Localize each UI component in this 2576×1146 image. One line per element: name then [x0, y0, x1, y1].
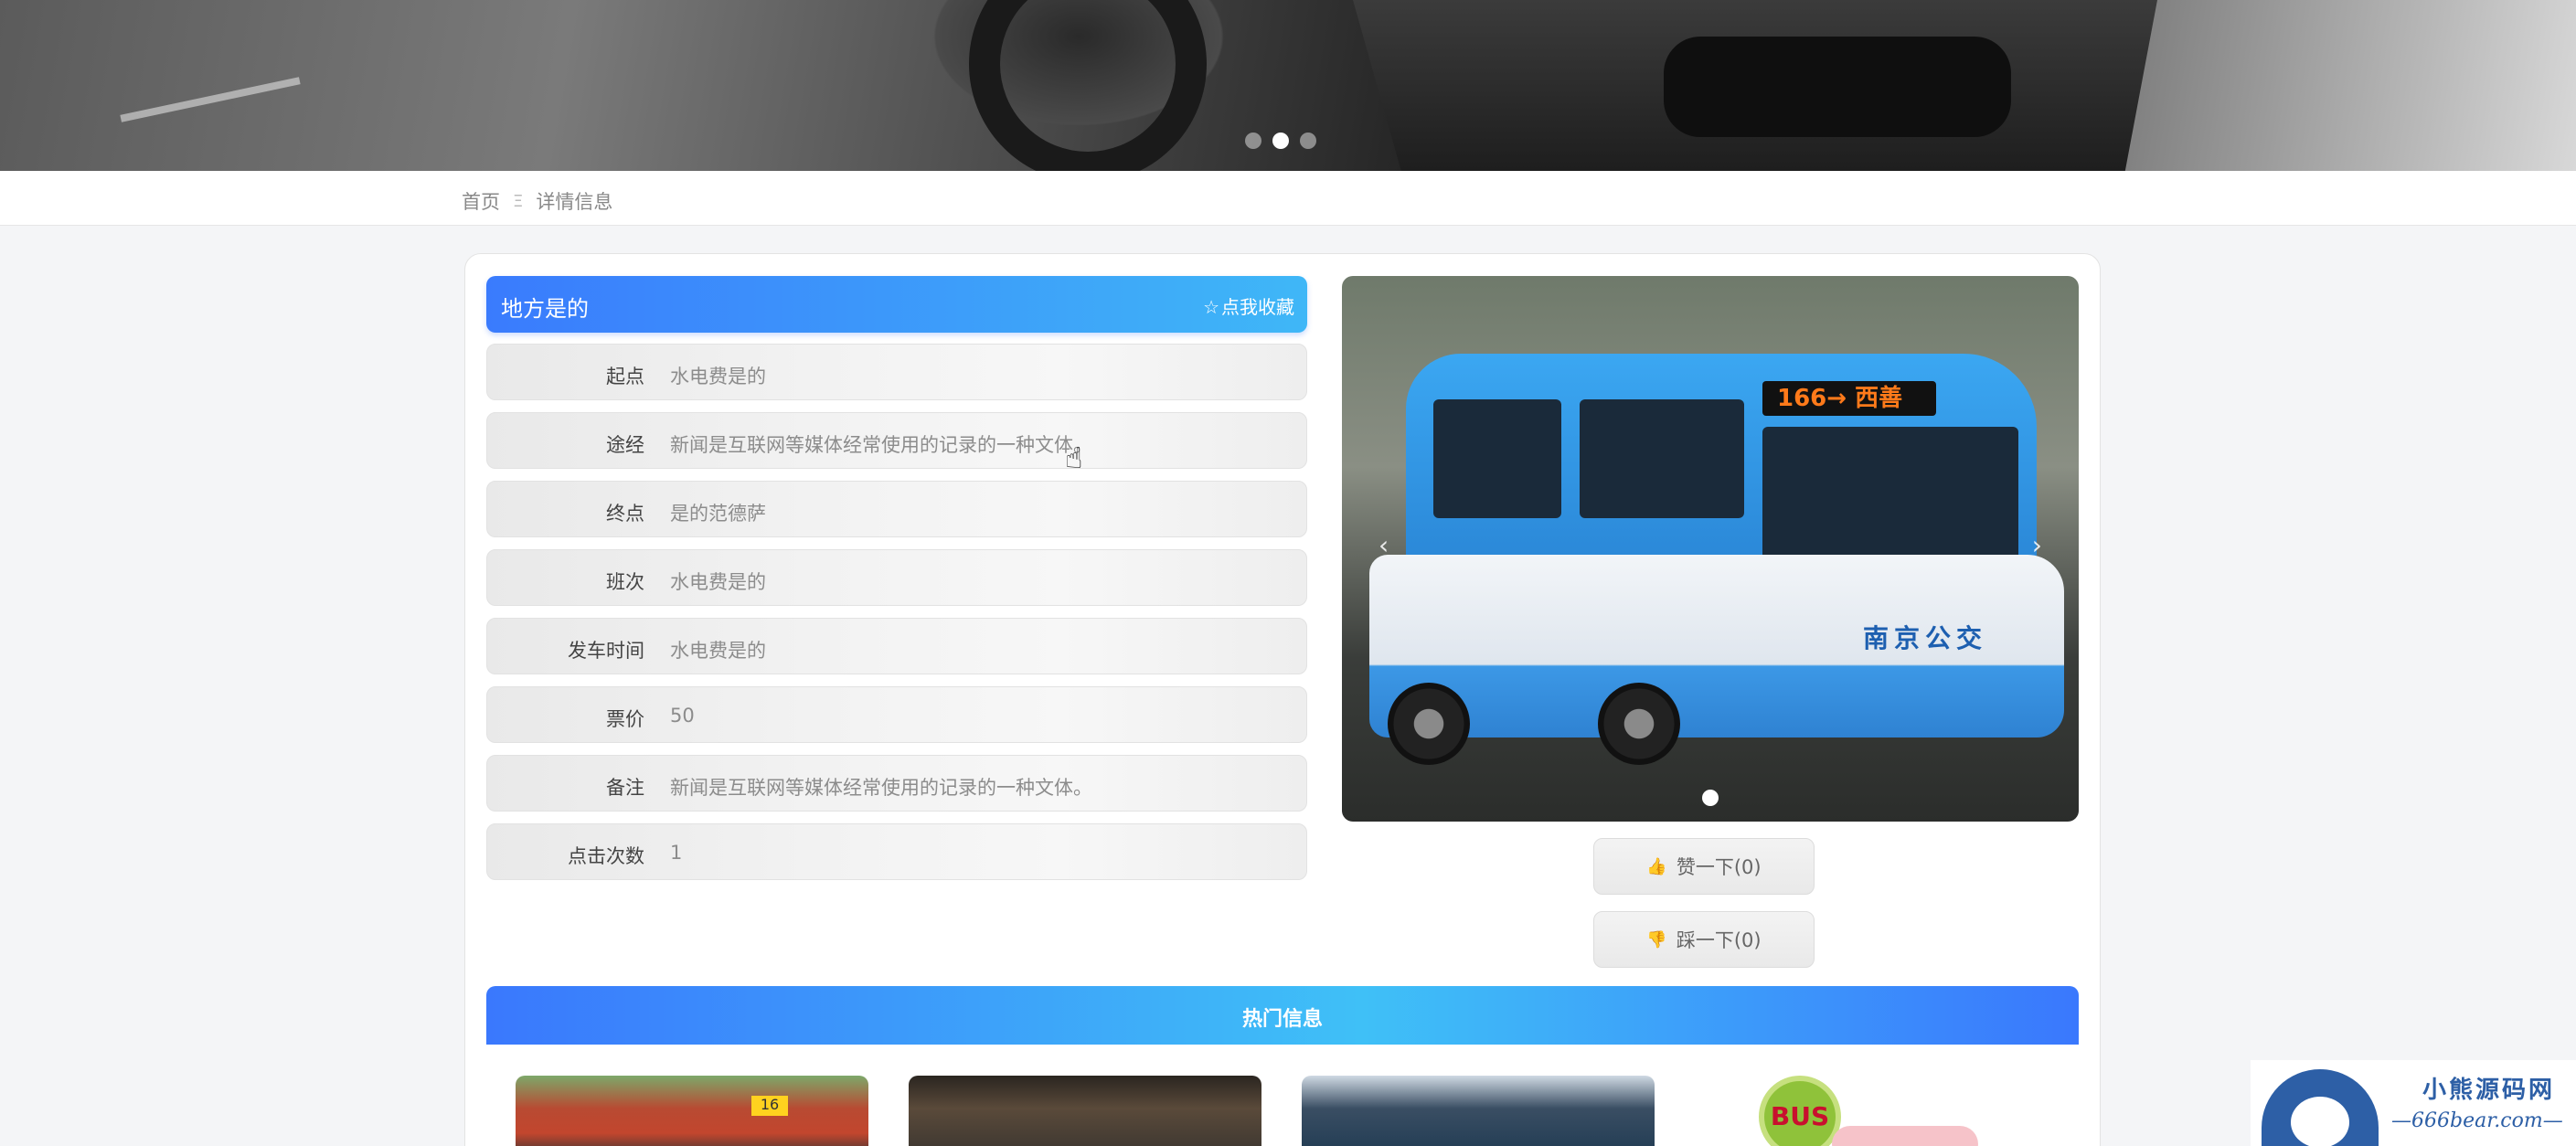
detail-title-bar: 地方是的 ☆ 点我收藏 — [486, 276, 1307, 333]
bus-cartoon-shape — [1832, 1126, 1978, 1146]
field-label: 点击次数 — [568, 845, 644, 867]
field-label: 备注 — [606, 777, 644, 799]
bear-logo-icon — [2262, 1069, 2379, 1146]
dislike-button[interactable]: 👎 踩一下(0) — [1593, 911, 1815, 968]
banner-dot-1[interactable] — [1245, 133, 1261, 149]
bus-photo: 166→ 西善 南京公交 — [1369, 354, 2064, 765]
bus-window — [1580, 399, 1744, 518]
field-row-via: 途经 新闻是互联网等媒体经常使用的记录的一种文体。 — [486, 412, 1307, 469]
field-value: 水电费是的 — [670, 571, 766, 593]
like-label: 赞一下(0) — [1676, 856, 1762, 878]
hot-info-title: 热门信息 — [1241, 1008, 1323, 1031]
field-value: 水电费是的 — [670, 366, 766, 387]
field-label: 班次 — [606, 571, 644, 593]
field-label: 票价 — [606, 708, 644, 730]
field-label: 起点 — [606, 366, 644, 387]
image-carousel[interactable]: 166→ 西善 南京公交 ‹ › — [1342, 276, 2079, 822]
field-row-shift: 班次 水电费是的 — [486, 549, 1307, 606]
bus-window — [1433, 399, 1561, 518]
field-row-remark: 备注 新闻是互联网等媒体经常使用的记录的一种文体。 — [486, 755, 1307, 812]
field-value: 50 — [670, 705, 695, 727]
field-row-price: 票价 50 — [486, 686, 1307, 743]
field-label: 发车时间 — [568, 640, 644, 662]
carousel-dot[interactable] — [1702, 790, 1719, 806]
bus-windshield — [1762, 427, 2018, 564]
site-watermark: 小熊源码网 —666bear.com— — [2251, 1060, 2576, 1146]
bus-wheel — [1388, 683, 1470, 765]
field-value: 新闻是互联网等媒体经常使用的记录的一种文体。 — [670, 777, 1092, 799]
like-button[interactable]: 👍 赞一下(0) — [1593, 838, 1815, 895]
bus-sign-icon: BUS — [1759, 1076, 1841, 1146]
banner-streak — [120, 77, 301, 122]
breadcrumb-home[interactable]: 首页 — [462, 187, 500, 215]
breadcrumb-current: 详情信息 — [536, 191, 613, 213]
bus-route-sign: 166→ 西善 — [1762, 381, 1936, 416]
banner-grille — [1664, 37, 2011, 137]
hot-item-thumbnail[interactable] — [909, 1076, 1261, 1146]
dislike-label: 踩一下(0) — [1676, 929, 1762, 951]
bus-brand-text: 南京公交 — [1863, 623, 1988, 653]
field-row-end: 终点 是的范德萨 — [486, 481, 1307, 537]
field-label: 终点 — [606, 503, 644, 525]
field-value: 1 — [670, 842, 683, 864]
thumbs-down-icon: 👎 — [1646, 929, 1667, 950]
bus-wheel — [1598, 683, 1680, 765]
bus-route-plate: 16 — [751, 1096, 788, 1116]
breadcrumb: 首页 Ξ 详情信息 — [462, 187, 612, 215]
banner-dot-3[interactable] — [1300, 133, 1316, 149]
breadcrumb-bar: 首页 Ξ 详情信息 — [0, 171, 2576, 226]
field-row-start: 起点 水电费是的 — [486, 344, 1307, 400]
field-label: 途经 — [606, 434, 644, 456]
carousel-prev-icon[interactable]: ‹ — [1378, 530, 1389, 560]
thumbs-up-icon: 👍 — [1646, 856, 1667, 876]
favorite-button[interactable]: ☆ 点我收藏 — [1203, 292, 1294, 319]
banner-pagination — [1245, 133, 1316, 149]
field-value: 是的范德萨 — [670, 503, 766, 525]
watermark-cn: 小熊源码网 — [2422, 1077, 2556, 1104]
breadcrumb-separator-icon: Ξ — [513, 191, 524, 211]
banner-dot-2[interactable] — [1272, 133, 1289, 149]
field-row-depart-time: 发车时间 水电费是的 — [486, 618, 1307, 674]
top-banner — [0, 0, 2576, 171]
page-title: 地方是的 — [501, 296, 589, 322]
carousel-next-icon[interactable]: › — [2032, 530, 2042, 560]
hot-item-thumbnail[interactable]: 16 — [516, 1076, 868, 1146]
banner-wheel — [969, 0, 1207, 171]
hot-info-header: 热门信息 — [486, 986, 2079, 1045]
field-row-clicks: 点击次数 1 — [486, 823, 1307, 880]
hot-item-thumbnail[interactable] — [1302, 1076, 1655, 1146]
hand-cursor-icon: ☝ — [1065, 440, 1083, 475]
field-value: 新闻是互联网等媒体经常使用的记录的一种文体。 — [670, 434, 1092, 456]
hot-item-thumbnail[interactable]: BUS — [1695, 1076, 2048, 1146]
favorite-label: 点我收藏 — [1221, 296, 1294, 318]
field-value: 水电费是的 — [670, 640, 766, 662]
star-icon: ☆ — [1203, 296, 1219, 318]
watermark-en: —666bear.com— — [2391, 1109, 2563, 1132]
